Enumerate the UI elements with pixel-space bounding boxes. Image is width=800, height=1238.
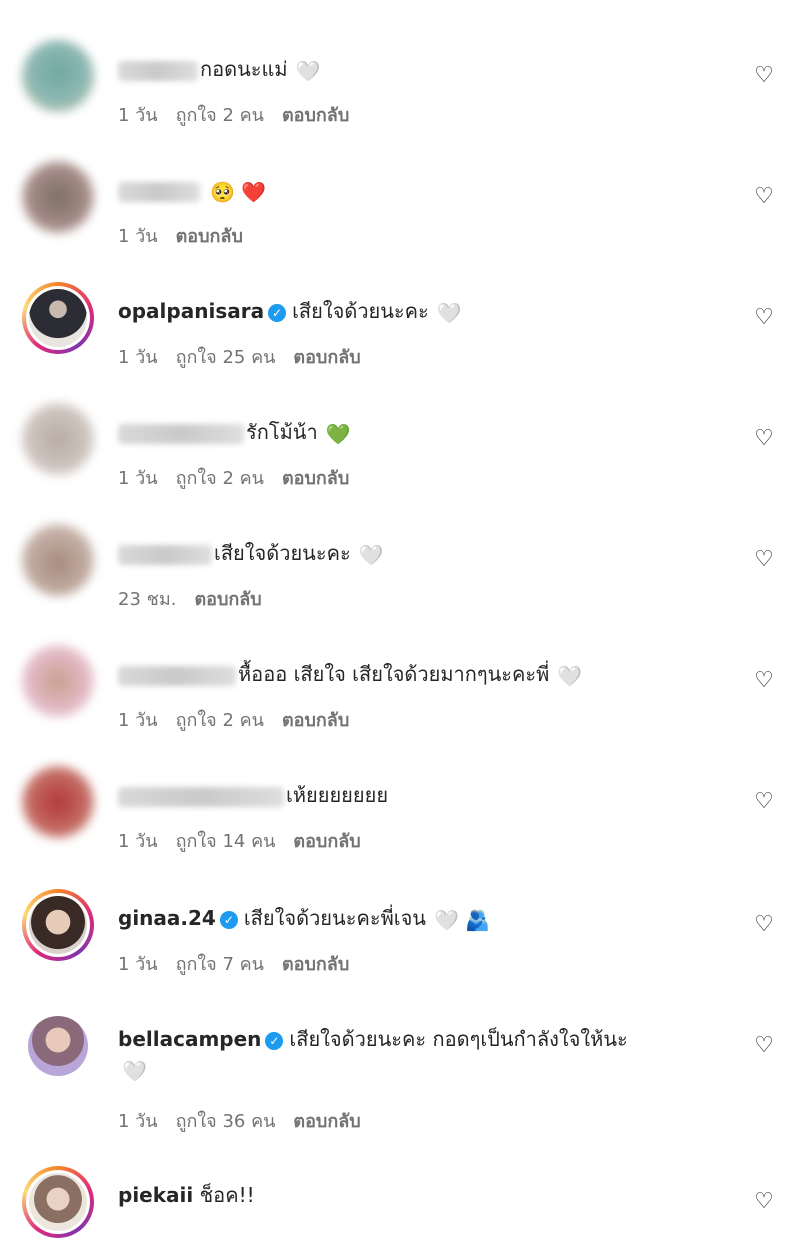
comment-time: 1 วัน bbox=[118, 347, 158, 368]
username-redacted[interactable] bbox=[118, 786, 284, 807]
avatar[interactable] bbox=[22, 889, 94, 961]
comment-text-line: bellacampen ✓ เสียใจด้วยนะคะ กอดๆเป็นกำลัง… bbox=[118, 1024, 718, 1084]
heart-emoji: 🤍 bbox=[557, 663, 583, 688]
likes-count[interactable]: ถูกใจ 2 คน bbox=[176, 468, 264, 489]
comment-text-line: ginaa.24 ✓ เสียใจด้วยนะคะพี่เจน 🤍 🫂 bbox=[118, 903, 720, 933]
comment-time: 1 วัน bbox=[118, 105, 158, 126]
verified-badge-icon: ✓ bbox=[265, 1031, 284, 1050]
verified-badge-icon: ✓ bbox=[219, 910, 238, 929]
avatar[interactable] bbox=[22, 524, 94, 596]
comment-text: เสียใจด้วยนะคะ กอดๆเป็นกำลังใจให้นะ bbox=[289, 1027, 628, 1051]
comment-text-line: opalpanisara ✓ เสียใจด้วยนะคะ 🤍 bbox=[118, 296, 720, 326]
like-heart-icon[interactable]: ♡ bbox=[752, 64, 776, 88]
verified-badge-icon: ✓ bbox=[268, 303, 287, 322]
username-redacted[interactable] bbox=[118, 181, 200, 202]
comment-time: 1 วัน bbox=[118, 1111, 158, 1132]
reply-button[interactable]: ตอบกลับ bbox=[194, 589, 261, 610]
comment-text: ช็อค!! bbox=[199, 1183, 255, 1207]
reply-button[interactable]: ตอบกลับ bbox=[293, 1111, 360, 1132]
likes-count[interactable]: ถูกใจ 7 คน bbox=[176, 954, 264, 975]
avatar[interactable] bbox=[22, 161, 94, 233]
comment-meta: 1 วัน ถูกใจ 25 คน ตอบกลับ bbox=[118, 342, 379, 371]
heart-emoji: 🤍 bbox=[295, 58, 321, 83]
comment-time: 1 วัน bbox=[118, 831, 158, 852]
heart-emoji: 💚 bbox=[325, 421, 351, 446]
comment-text: เห้ยยยยยยย bbox=[286, 783, 389, 807]
comment-text-line: กอดนะแม่ 🤍 bbox=[118, 54, 720, 84]
like-heart-icon[interactable]: ♡ bbox=[752, 1034, 776, 1058]
avatar[interactable] bbox=[22, 645, 94, 717]
comment-meta: 1 วัน ถูกใจ 36 คน ตอบกลับ bbox=[118, 1106, 379, 1135]
comment-text: กอดนะแม่ bbox=[200, 57, 288, 81]
comment-time: 1 วัน bbox=[118, 710, 158, 731]
avatar[interactable] bbox=[28, 1016, 88, 1076]
reply-button[interactable]: ตอบกลับ bbox=[293, 347, 360, 368]
comment-text: เสียใจด้วยนะคะ bbox=[292, 299, 429, 323]
likes-count[interactable]: ถูกใจ 2 คน bbox=[176, 105, 264, 126]
comment-time: 1 วัน bbox=[118, 954, 158, 975]
comment-text: หื้อออ เสียใจ เสียใจด้วยมากๆนะคะพี่ bbox=[238, 662, 550, 686]
comment-text-line: เห้ยยยยยยย bbox=[118, 780, 720, 810]
comment-meta: 1 วัน ถูกใจ 14 คน ตอบกลับ bbox=[118, 826, 379, 855]
like-heart-icon[interactable]: ♡ bbox=[752, 669, 776, 693]
comment-meta: 23 ชม. ตอบกลับ bbox=[118, 584, 280, 613]
emoji: 🥺 ❤️ bbox=[210, 179, 267, 204]
likes-count[interactable]: ถูกใจ 25 คน bbox=[176, 347, 276, 368]
avatar[interactable] bbox=[22, 1166, 94, 1238]
username[interactable]: opalpanisara bbox=[118, 299, 264, 323]
reply-button[interactable]: ตอบกลับ bbox=[282, 105, 349, 126]
reply-button[interactable]: ตอบกลับ bbox=[282, 468, 349, 489]
avatar[interactable] bbox=[22, 766, 94, 838]
like-heart-icon[interactable]: ♡ bbox=[752, 185, 776, 209]
username-redacted[interactable] bbox=[118, 544, 212, 565]
username[interactable]: bellacampen bbox=[118, 1027, 261, 1051]
emoji: 🤍 🫂 bbox=[433, 907, 491, 932]
comment-text-line: เสียใจด้วยนะคะ 🤍 bbox=[118, 538, 720, 568]
likes-count[interactable]: ถูกใจ 14 คน bbox=[176, 831, 276, 852]
comment-text-line: รักโม้น้า 💚 bbox=[118, 417, 720, 447]
comment-text: เสียใจด้วยนะคะ bbox=[214, 541, 351, 565]
comment-meta: 1 วัน ถูกใจ 2 คน ตอบกลับ bbox=[118, 463, 367, 492]
avatar[interactable] bbox=[22, 282, 94, 354]
comment-text-line: 🥺 ❤️ bbox=[118, 175, 720, 205]
reply-button[interactable]: ตอบกลับ bbox=[293, 831, 360, 852]
like-heart-icon[interactable]: ♡ bbox=[752, 1190, 776, 1214]
like-heart-icon[interactable]: ♡ bbox=[752, 427, 776, 451]
avatar[interactable] bbox=[22, 403, 94, 475]
comment-time: 1 วัน bbox=[118, 468, 158, 489]
likes-count[interactable]: ถูกใจ 2 คน bbox=[176, 710, 264, 731]
username[interactable]: ginaa.24 bbox=[118, 906, 216, 930]
username-redacted[interactable] bbox=[118, 60, 198, 81]
likes-count[interactable]: ถูกใจ 36 คน bbox=[176, 1111, 276, 1132]
comment-meta: 1 วัน ถูกใจ 2 คน ตอบกลับ bbox=[118, 705, 367, 734]
comment-meta: 1 วัน ถูกใจ 7 คน ตอบกลับ bbox=[118, 949, 367, 978]
username-redacted[interactable] bbox=[118, 423, 244, 444]
username[interactable]: piekaii bbox=[118, 1183, 193, 1207]
username-redacted[interactable] bbox=[118, 665, 236, 686]
comment-meta: 1 วัน ตอบกลับ bbox=[118, 221, 261, 250]
heart-emoji: 🤍 bbox=[358, 542, 384, 567]
comment-text: รักโม้น้า bbox=[246, 420, 318, 444]
comment-meta: 1 วัน ถูกใจ 2 คน ตอบกลับ bbox=[118, 100, 367, 129]
heart-emoji: 🤍 bbox=[436, 300, 462, 325]
comment-text-line: piekaii ช็อค!! bbox=[118, 1180, 720, 1210]
reply-button[interactable]: ตอบกลับ bbox=[282, 710, 349, 731]
comment-time: 1 วัน bbox=[118, 226, 158, 247]
comment-text: เสียใจด้วยนะคะพี่เจน bbox=[243, 906, 426, 930]
like-heart-icon[interactable]: ♡ bbox=[752, 913, 776, 937]
comment-text-line: หื้อออ เสียใจ เสียใจด้วยมากๆนะคะพี่ 🤍 bbox=[118, 659, 720, 689]
heart-emoji: 🤍 bbox=[122, 1058, 147, 1083]
reply-button[interactable]: ตอบกลับ bbox=[282, 954, 349, 975]
reply-button[interactable]: ตอบกลับ bbox=[176, 226, 243, 247]
comment-time: 23 ชม. bbox=[118, 589, 177, 610]
like-heart-icon[interactable]: ♡ bbox=[752, 306, 776, 330]
like-heart-icon[interactable]: ♡ bbox=[752, 548, 776, 572]
like-heart-icon[interactable]: ♡ bbox=[752, 790, 776, 814]
avatar[interactable] bbox=[22, 40, 94, 112]
